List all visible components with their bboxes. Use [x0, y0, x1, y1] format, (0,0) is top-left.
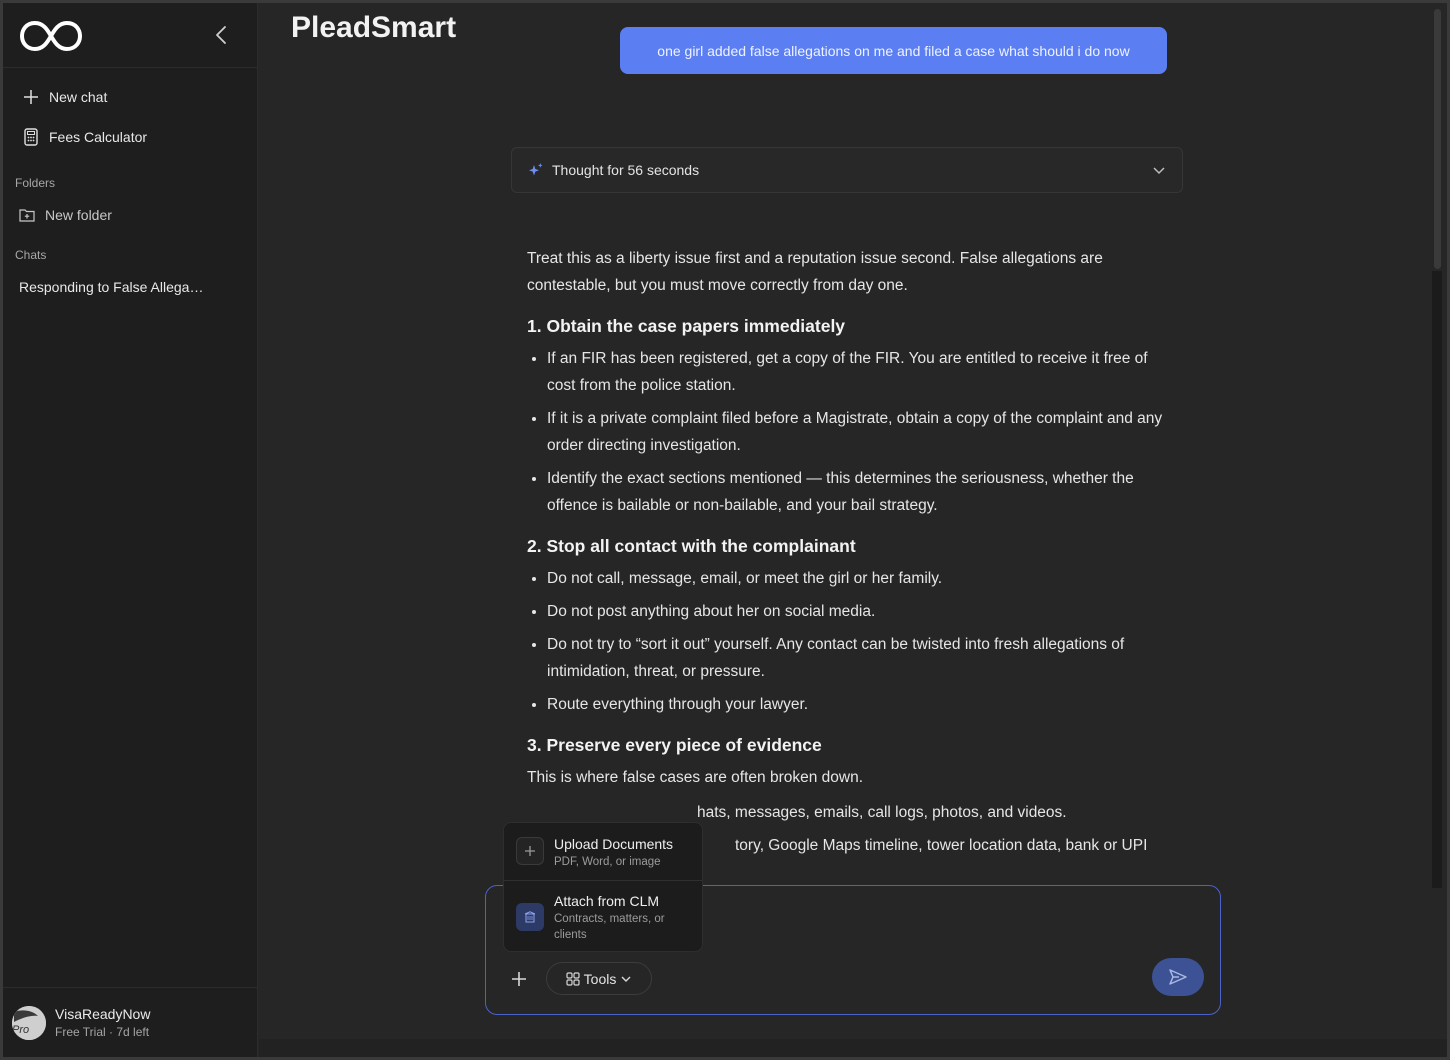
scrollbar-track[interactable]	[1432, 271, 1442, 888]
bottom-strip	[259, 1039, 1447, 1057]
list-item: Identify the exact sections mentioned — …	[547, 465, 1167, 519]
user-name: VisaReadyNow	[55, 1006, 151, 1022]
list-item: hats, messages, emails, call logs, photo…	[697, 804, 1067, 821]
section-list: Do not call, message, email, or meet the…	[547, 565, 1167, 718]
calculator-icon	[24, 128, 38, 146]
sparkle-icon	[529, 163, 543, 176]
tools-label: Tools	[583, 970, 617, 987]
section-list: If an FIR has been registered, get a cop…	[547, 345, 1167, 519]
new-folder-label: New folder	[45, 207, 112, 223]
main-panel: PleadSmart one girl added false allegati…	[259, 3, 1447, 1057]
plus-icon	[24, 90, 38, 104]
list-item: Do not try to “sort it out” yourself. An…	[547, 631, 1167, 685]
avatar-text: Pro	[12, 1024, 30, 1036]
section-heading: 2. Stop all contact with the complainant	[527, 536, 856, 556]
user-message-bubble: one girl added false allegations on me a…	[620, 27, 1167, 74]
list-item: Do not call, message, email, or meet the…	[547, 565, 1167, 592]
chats-header: Chats	[15, 248, 47, 262]
chevron-down-icon	[621, 976, 631, 982]
list-item: tory, Google Maps timeline, tower locati…	[735, 837, 1148, 854]
clm-subtitle: Contracts, matters, or clients	[554, 913, 665, 941]
avatar: Pro	[12, 1006, 46, 1040]
add-attachment-button[interactable]	[506, 966, 532, 992]
sidebar: New chat Fees Calculator Folders New fol…	[3, 3, 258, 1057]
section-heading: 1. Obtain the case papers immediately	[527, 316, 846, 336]
list-item: Route everything through your lawyer.	[547, 691, 1167, 718]
user-plan: Free Trial · 7d left	[55, 1025, 150, 1039]
plus-icon	[516, 837, 544, 865]
scrollbar-thumb[interactable]	[1434, 9, 1441, 269]
send-icon	[1169, 969, 1187, 985]
new-folder-button[interactable]: New folder	[19, 202, 112, 228]
building-icon	[516, 903, 544, 931]
section-heading: 3. Preserve every piece of evidence	[527, 735, 822, 755]
collapse-sidebar-icon[interactable]	[211, 24, 233, 46]
attach-from-clm-option[interactable]: Attach from CLM Contracts, matters, or c…	[504, 881, 702, 951]
thought-label: Thought for 56 seconds	[552, 162, 700, 178]
folders-header: Folders	[15, 176, 56, 190]
attach-menu: Upload Documents PDF, Word, or image Att…	[503, 822, 703, 952]
chat-list-item[interactable]: Responding to False Allega…	[19, 279, 219, 295]
folder-plus-icon	[19, 209, 35, 222]
fees-calculator-button[interactable]: Fees Calculator	[23, 124, 147, 150]
new-chat-label: New chat	[49, 89, 108, 105]
thought-toggle[interactable]: Thought for 56 seconds	[511, 147, 1183, 193]
answer-intro: Treat this as a liberty issue first and …	[527, 250, 1103, 294]
assistant-answer: Treat this as a liberty issue first and …	[527, 245, 1167, 873]
infinity-logo-icon[interactable]	[18, 19, 84, 53]
list-item: If an FIR has been registered, get a cop…	[547, 345, 1167, 399]
clm-title: Attach from CLM	[554, 893, 660, 909]
sidebar-header	[3, 3, 258, 68]
upload-subtitle: PDF, Word, or image	[554, 856, 661, 868]
list-item: Do not post anything about her on social…	[547, 598, 1167, 625]
grid-icon	[566, 971, 580, 986]
chevron-down-icon	[1153, 167, 1165, 175]
app-title: PleadSmart	[291, 11, 457, 44]
new-chat-button[interactable]: New chat	[23, 84, 107, 110]
list-item: If it is a private complaint filed befor…	[547, 405, 1167, 459]
send-button[interactable]	[1152, 958, 1204, 996]
upload-documents-option[interactable]: Upload Documents PDF, Word, or image	[504, 823, 702, 880]
user-profile[interactable]: Pro VisaReadyNow Free Trial · 7d left	[3, 987, 258, 1057]
fees-calculator-label: Fees Calculator	[49, 129, 148, 145]
upload-title: Upload Documents	[554, 836, 674, 852]
app-window: New chat Fees Calculator Folders New fol…	[3, 3, 1447, 1057]
tools-button[interactable]: Tools	[546, 962, 652, 995]
section-intro: This is where false cases are often brok…	[527, 769, 864, 786]
